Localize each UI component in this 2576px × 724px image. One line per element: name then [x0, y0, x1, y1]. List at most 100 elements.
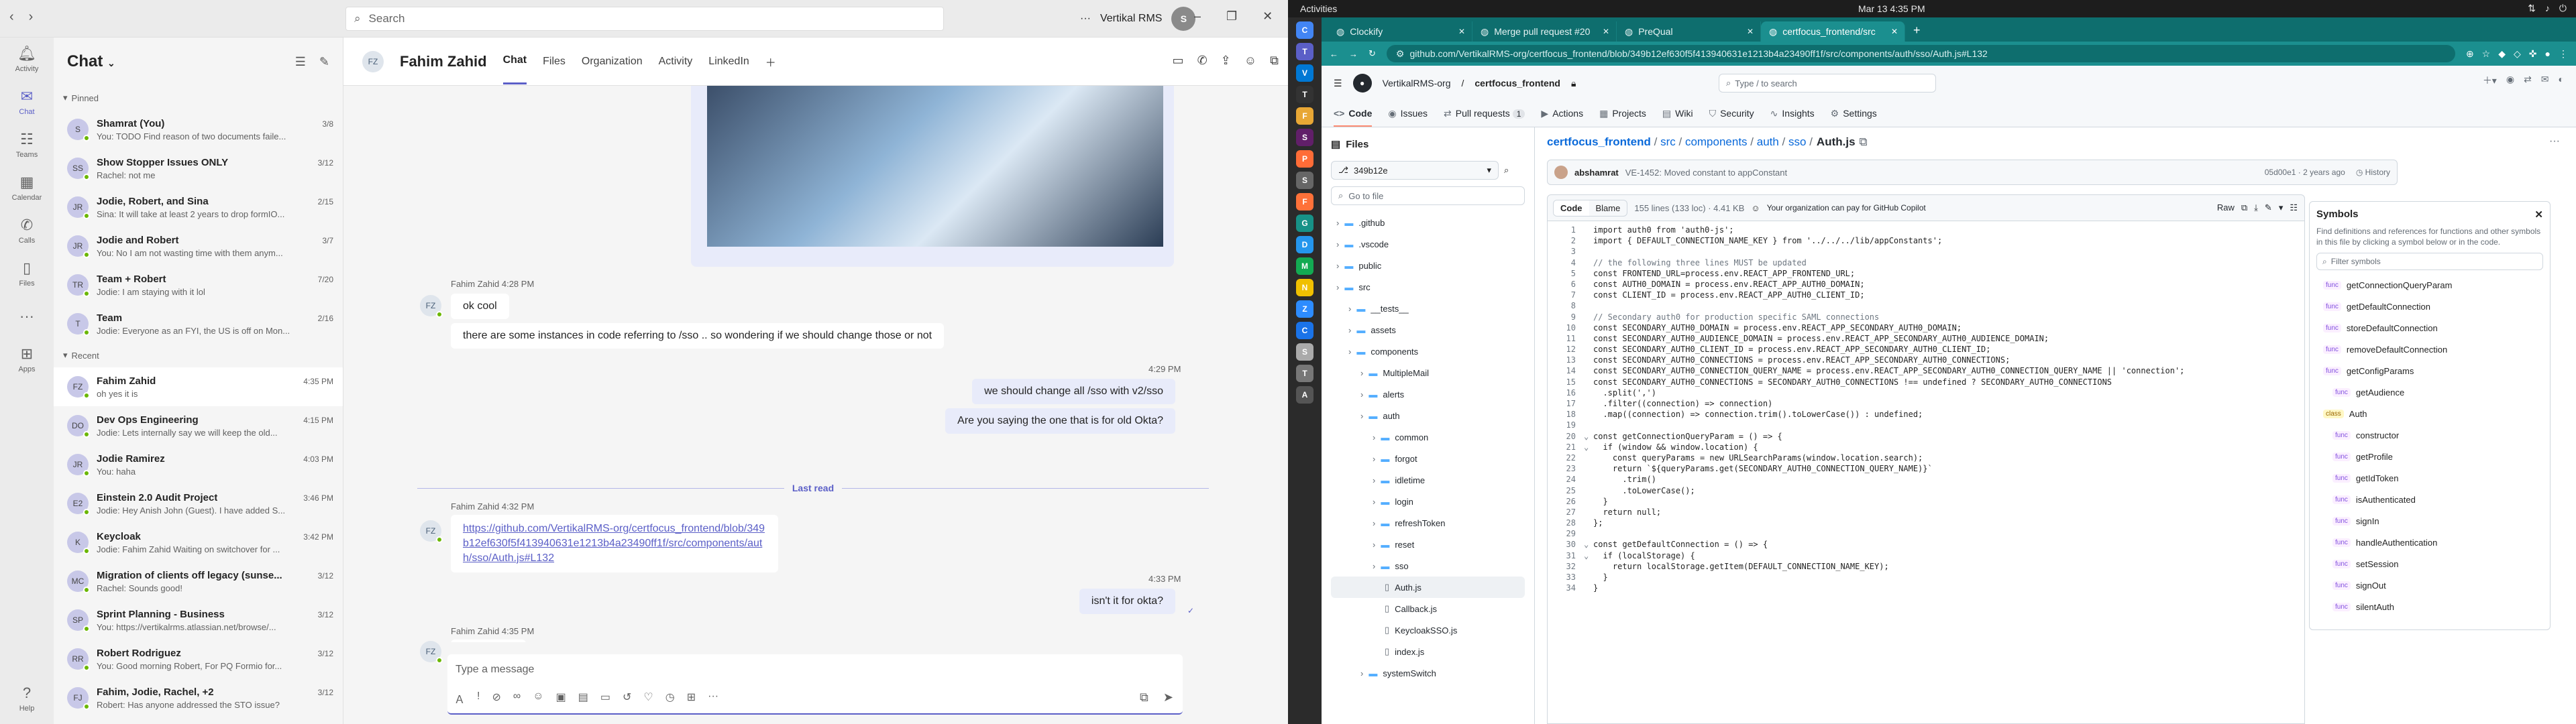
create-new-icon[interactable]: ＋▾	[2483, 74, 2497, 87]
sticker-icon[interactable]: ▤	[578, 690, 588, 707]
line-number[interactable]: 10	[1548, 323, 1584, 334]
commit-hash[interactable]: 05d00e1 · 2 years ago	[2265, 168, 2345, 177]
line-number[interactable]: 27	[1548, 507, 1584, 518]
branch-selector[interactable]: ⎇ 349b12e ▾	[1331, 161, 1499, 180]
chat-list-item[interactable]: MC Migration of clients off legacy (sunse…	[54, 562, 343, 601]
fold-icon[interactable]	[1584, 366, 1593, 377]
chat-list-item[interactable]: FZ Fahim Zahid 4:35 PM oh yes it is	[54, 367, 343, 406]
fold-icon[interactable]	[1584, 583, 1593, 594]
fold-icon[interactable]	[1584, 269, 1593, 280]
chevron-down-icon[interactable]: ▾	[2279, 202, 2284, 213]
breadcrumb-item[interactable]: auth	[1757, 135, 1779, 148]
tree-folder[interactable]: › ▬ .github	[1331, 212, 1525, 233]
mongodb-dock-icon[interactable]: M	[1296, 257, 1313, 275]
back-icon[interactable]: ←	[1330, 49, 1338, 59]
code-viewer[interactable]: 1 import auth0 from 'auth0-js'; 2 import …	[1547, 221, 2305, 724]
hamburger-menu-icon[interactable]: ☰	[1334, 78, 1342, 89]
send-icon[interactable]: ➤	[1163, 690, 1173, 705]
tree-file[interactable]: ▯ Callback.js	[1331, 598, 1525, 619]
url-text[interactable]: github.com/VertikalRMS-org/certfocus_fro…	[1409, 48, 1987, 59]
chat-list-item[interactable]: JR Jodie Ramirez 4:03 PM You: haha	[54, 445, 343, 484]
fold-icon[interactable]	[1584, 399, 1593, 410]
symbol-item[interactable]: func getProfile	[2316, 446, 2543, 467]
zoom-dock-icon[interactable]: Z	[1296, 300, 1313, 318]
fold-icon[interactable]: ⌄	[1584, 442, 1593, 453]
fold-icon[interactable]	[1584, 562, 1593, 572]
browser-menu-icon[interactable]: ⋮	[2559, 48, 2568, 60]
tree-folder[interactable]: › ▬ systemSwitch	[1331, 662, 1525, 684]
fold-icon[interactable]	[1584, 236, 1593, 247]
line-number[interactable]: 29	[1548, 529, 1584, 540]
meet-icon[interactable]: ▭	[600, 690, 610, 707]
go-to-file-input[interactable]: ⌕ Go to file	[1331, 186, 1525, 205]
repo-tab-security[interactable]: ⛉ Security	[1709, 108, 1754, 119]
chat-list-item[interactable]: T Team 2/16 Jodie: Everyone as an FYI, the …	[54, 304, 343, 343]
github-search[interactable]: ⌕ Type / to search	[1719, 74, 1936, 93]
symbol-item[interactable]: func silentAuth	[2316, 596, 2543, 617]
attach-icon[interactable]: ⊘	[492, 690, 500, 707]
tree-folder[interactable]: › ▬ sso	[1331, 555, 1525, 577]
notes-dock-icon[interactable]: N	[1296, 279, 1313, 296]
fold-icon[interactable]: ⌄	[1584, 540, 1593, 550]
user-avatar[interactable]: S	[1171, 7, 1196, 31]
line-number[interactable]: 19	[1548, 420, 1584, 431]
line-number[interactable]: 24	[1548, 475, 1584, 485]
line-number[interactable]: 31	[1548, 551, 1584, 562]
line-number[interactable]: 14	[1548, 366, 1584, 377]
teams-dock-icon[interactable]: T	[1296, 43, 1313, 60]
fold-icon[interactable]	[1584, 377, 1593, 388]
postman-dock-icon[interactable]: P	[1296, 150, 1313, 168]
praise-icon[interactable]: ♡	[643, 690, 653, 707]
chat-list-item[interactable]: S Shamrat (You) 3/8 You: TODO Find reason o…	[54, 110, 343, 149]
browser-tab[interactable]: ◍ Clockify ✕	[1328, 21, 1472, 42]
rail-item-files[interactable]: ▯ Files	[0, 252, 54, 295]
repo-name[interactable]: certfocus_frontend	[1474, 78, 1560, 88]
close-tab-icon[interactable]: ✕	[1891, 27, 1898, 36]
browser-tab[interactable]: ◍ certfocus_frontend/src ✕	[1761, 21, 1905, 42]
tree-folder[interactable]: › ▬ .vscode	[1331, 233, 1525, 255]
forward-icon[interactable]: →	[1349, 49, 1358, 59]
avatar[interactable]: ◐	[2559, 74, 2564, 87]
breadcrumb-item[interactable]: components	[1685, 135, 1748, 148]
symbol-item[interactable]: class Auth	[2316, 403, 2543, 424]
profile-icon[interactable]: ●	[2545, 48, 2551, 60]
pinned-section-header[interactable]: ▾ Pinned	[54, 86, 343, 110]
vscode-dock-icon[interactable]: V	[1296, 64, 1313, 82]
tree-file[interactable]: ▯ index.js	[1331, 641, 1525, 662]
rail-item-teams[interactable]: ☷ Teams	[0, 123, 54, 166]
tree-folder[interactable]: › ▬ MultipleMail	[1331, 362, 1525, 383]
line-number[interactable]: 15	[1548, 377, 1584, 388]
rail-item-calendar[interactable]: ▦ Calendar	[0, 166, 54, 209]
symbol-item[interactable]: func removeDefaultConnection	[2316, 339, 2543, 360]
close-tab-icon[interactable]: ✕	[1458, 27, 1465, 36]
pull-requests-icon[interactable]: ⇄	[2524, 74, 2532, 87]
search-files-icon[interactable]: ⌕	[1504, 165, 1509, 176]
fold-icon[interactable]	[1584, 247, 1593, 257]
fold-icon[interactable]	[1584, 388, 1593, 399]
symbol-item[interactable]: func getDefaultConnection	[2316, 296, 2543, 317]
fold-icon[interactable]	[1584, 464, 1593, 475]
screen-share-icon[interactable]: ⇪	[1221, 54, 1231, 68]
fold-icon[interactable]	[1584, 475, 1593, 485]
browser-tab[interactable]: ◍ PreQual ✕	[1617, 21, 1761, 42]
tree-folder[interactable]: › ▬ forgot	[1331, 448, 1525, 469]
filter-icon[interactable]: ☰	[295, 55, 306, 68]
line-number[interactable]: 26	[1548, 497, 1584, 507]
fold-icon[interactable]: ⌄	[1584, 432, 1593, 442]
tree-file[interactable]: ▯ KeycloakSSO.js	[1331, 619, 1525, 641]
rail-item-apps[interactable]: ⊞ Apps	[0, 338, 54, 381]
slack-dock-icon[interactable]: S	[1296, 129, 1313, 146]
forward-arrow-icon[interactable]: ›	[29, 9, 34, 25]
symbol-item[interactable]: func constructor	[2316, 424, 2543, 446]
close-tab-icon[interactable]: ✕	[1603, 27, 1609, 36]
raw-button[interactable]: Raw	[2217, 202, 2235, 213]
chat-list-item[interactable]: JR Jodie and Robert 3/7 You: No I am not wa…	[54, 227, 343, 265]
code-view-tab[interactable]: Code	[1554, 200, 1589, 216]
line-number[interactable]: 2	[1548, 236, 1584, 247]
close-icon[interactable]: ✕	[1263, 9, 1273, 23]
github-logo-icon[interactable]: ●	[1352, 74, 1372, 93]
line-number[interactable]: 7	[1548, 290, 1584, 301]
copy-path-icon[interactable]: ⧉	[1860, 135, 1868, 149]
reload-icon[interactable]: ↻	[1368, 48, 1376, 59]
breadcrumb-item[interactable]: src	[1660, 135, 1676, 148]
